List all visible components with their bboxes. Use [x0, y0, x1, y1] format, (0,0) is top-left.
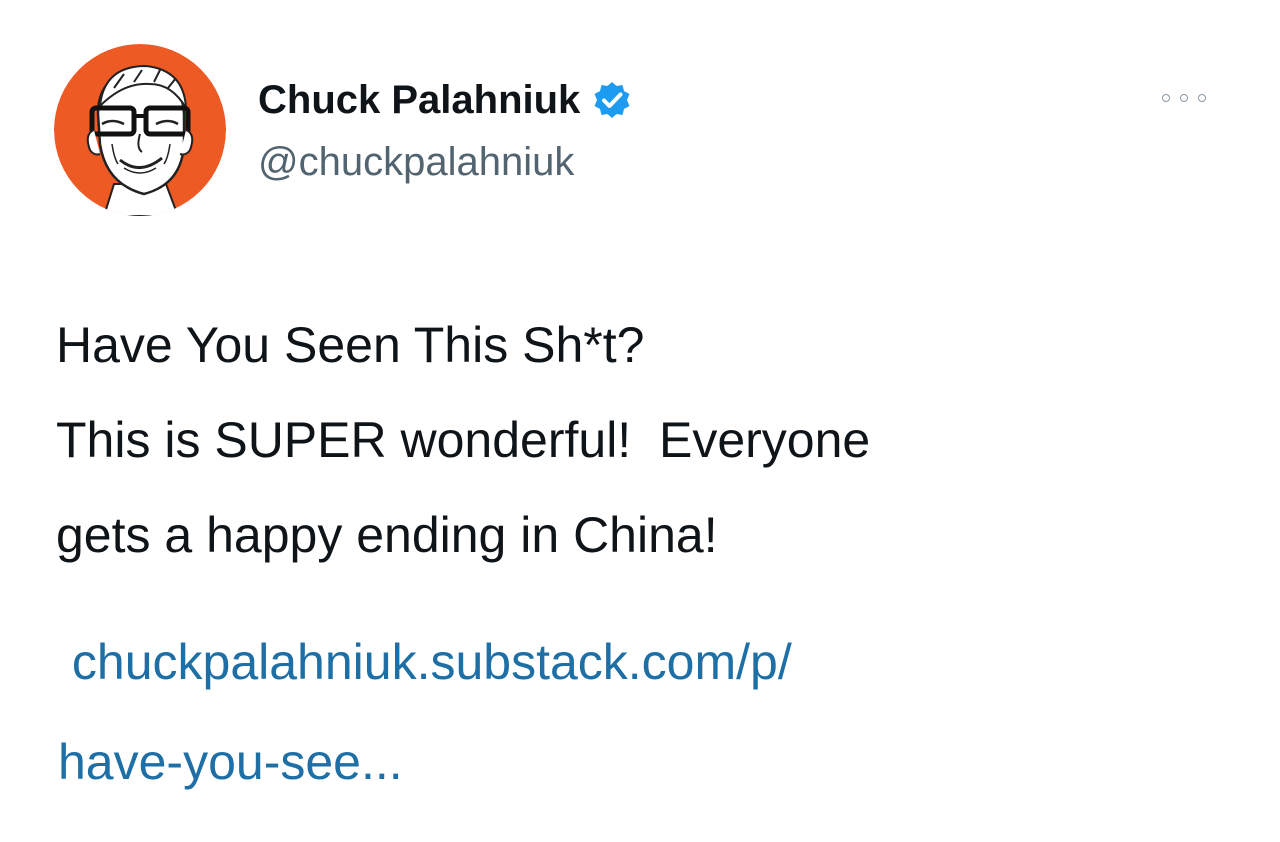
tweet-card: Chuck Palahniuk @chuckpalahniuk Have You… — [0, 0, 1280, 842]
more-options-icon[interactable] — [1162, 86, 1206, 110]
author-name-row: Chuck Palahniuk — [258, 74, 632, 126]
author-handle[interactable]: @chuckpalahniuk — [258, 140, 574, 185]
tweet-link-line: chuckpalahniuk.substack.com/p/ — [58, 634, 792, 690]
author-display-name[interactable]: Chuck Palahniuk — [258, 78, 580, 123]
tweet-text-line: This is SUPER wonderful! Everyone — [56, 412, 871, 468]
tweet-text-line: Have You Seen This Sh*t? — [56, 317, 645, 373]
tweet-text: Have You Seen This Sh*t? This is SUPER w… — [56, 298, 1236, 583]
more-dot — [1162, 94, 1170, 102]
tweet-link-line: have-you-see... — [58, 734, 403, 790]
caricature-avatar-icon — [54, 44, 226, 216]
verified-badge-icon — [592, 80, 632, 120]
author-avatar[interactable] — [54, 44, 226, 216]
tweet-text-line: gets a happy ending in China! — [56, 507, 718, 563]
more-dot — [1180, 94, 1188, 102]
more-dot — [1198, 94, 1206, 102]
tweet-link[interactable]: chuckpalahniuk.substack.com/p/ have-you-… — [58, 612, 1238, 812]
